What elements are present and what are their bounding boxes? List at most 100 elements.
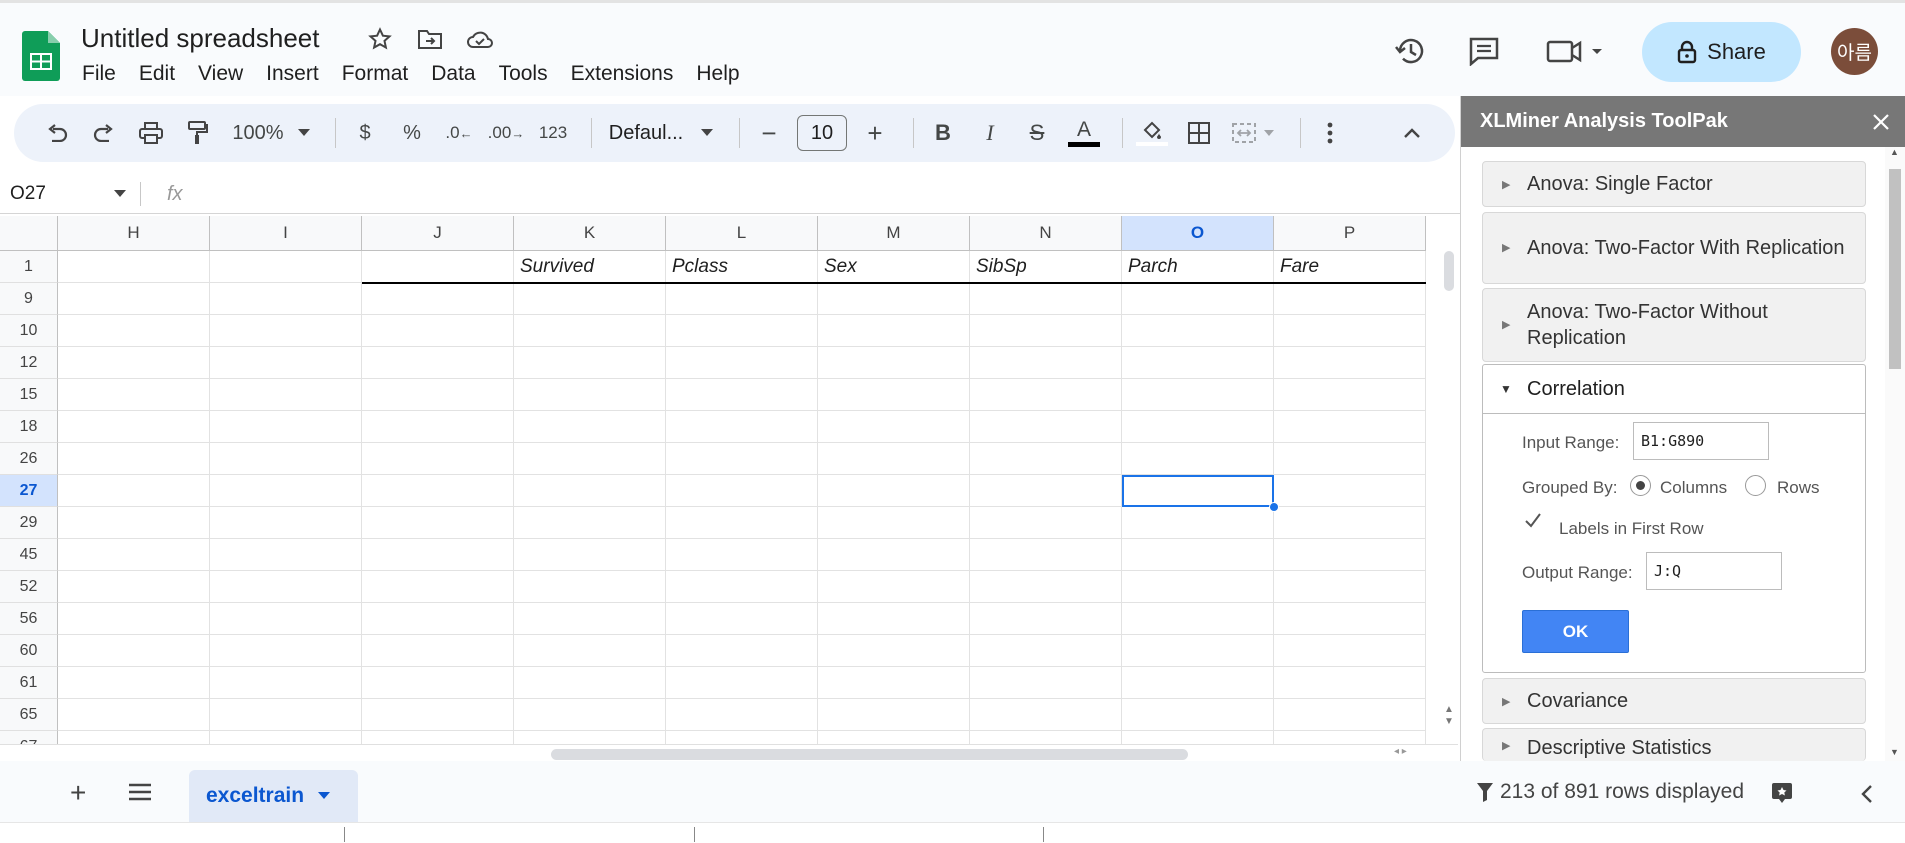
menu-view[interactable]: View <box>198 62 243 86</box>
side-panel-toggle-icon[interactable] <box>1860 784 1874 804</box>
cell-j60[interactable] <box>362 635 514 667</box>
row-header-52[interactable]: 52 <box>0 571 58 603</box>
column-header-p[interactable]: P <box>1274 216 1426 251</box>
cell-o29[interactable] <box>1122 507 1274 539</box>
column-header-k[interactable]: K <box>514 216 666 251</box>
accordion-covariance[interactable]: ▶ Covariance <box>1482 678 1866 724</box>
cell-o15[interactable] <box>1122 379 1274 411</box>
cell-n26[interactable] <box>970 443 1122 475</box>
cell-j26[interactable] <box>362 443 514 475</box>
cell-i15[interactable] <box>210 379 362 411</box>
cell-k15[interactable] <box>514 379 666 411</box>
cell-j29[interactable] <box>362 507 514 539</box>
cell-p60[interactable] <box>1274 635 1426 667</box>
cell-o45[interactable] <box>1122 539 1274 571</box>
cell-h12[interactable] <box>58 347 210 379</box>
selected-cell-o27[interactable] <box>1122 475 1274 507</box>
cell-k27[interactable] <box>514 475 666 507</box>
cell-l52[interactable] <box>666 571 818 603</box>
fill-handle[interactable] <box>1269 502 1279 512</box>
formula-input[interactable] <box>183 179 1460 209</box>
cell-j27[interactable] <box>362 475 514 507</box>
cell-i1[interactable] <box>210 251 362 283</box>
cell-o9[interactable] <box>1122 283 1274 315</box>
cell-l15[interactable] <box>666 379 818 411</box>
cell-h18[interactable] <box>58 411 210 443</box>
column-header-h[interactable]: H <box>58 216 210 251</box>
cell-k65[interactable] <box>514 699 666 731</box>
cell-j67[interactable] <box>362 731 514 744</box>
cell-l27[interactable] <box>666 475 818 507</box>
cell-m61[interactable] <box>818 667 970 699</box>
cell-p18[interactable] <box>1274 411 1426 443</box>
cell-j1[interactable] <box>362 251 514 283</box>
cell-m56[interactable] <box>818 603 970 635</box>
currency-format-button[interactable]: $ <box>346 113 384 153</box>
cell-l18[interactable] <box>666 411 818 443</box>
menu-edit[interactable]: Edit <box>139 62 175 86</box>
cell-k61[interactable] <box>514 667 666 699</box>
cell-k67[interactable] <box>514 731 666 744</box>
cell-k9[interactable] <box>514 283 666 315</box>
cell-h56[interactable] <box>58 603 210 635</box>
cell-j18[interactable] <box>362 411 514 443</box>
cell-h65[interactable] <box>58 699 210 731</box>
cell-m67[interactable] <box>818 731 970 744</box>
cell-p10[interactable] <box>1274 315 1426 347</box>
cell-j61[interactable] <box>362 667 514 699</box>
cell-i12[interactable] <box>210 347 362 379</box>
cell-j56[interactable] <box>362 603 514 635</box>
cell-n12[interactable] <box>970 347 1122 379</box>
cell-m26[interactable] <box>818 443 970 475</box>
cell-p12[interactable] <box>1274 347 1426 379</box>
menu-extensions[interactable]: Extensions <box>571 62 674 86</box>
cell-l61[interactable] <box>666 667 818 699</box>
cell-n29[interactable] <box>970 507 1122 539</box>
cell-p45[interactable] <box>1274 539 1426 571</box>
cell-j65[interactable] <box>362 699 514 731</box>
cell-m15[interactable] <box>818 379 970 411</box>
horizontal-scroll-thumb[interactable] <box>551 749 1188 760</box>
all-sheets-icon[interactable] <box>128 783 152 801</box>
cell-l26[interactable] <box>666 443 818 475</box>
accordion-descriptive-statistics[interactable]: ▶ Descriptive Statistics <box>1482 728 1866 761</box>
columns-radio[interactable] <box>1630 475 1651 496</box>
comments-icon[interactable] <box>1468 36 1500 66</box>
cell-i67[interactable] <box>210 731 362 744</box>
cell-i18[interactable] <box>210 411 362 443</box>
cell-m65[interactable] <box>818 699 970 731</box>
cell-l60[interactable] <box>666 635 818 667</box>
cell-h67[interactable] <box>58 731 210 744</box>
close-icon[interactable] <box>1871 112 1891 132</box>
column-header-m[interactable]: M <box>818 216 970 251</box>
add-sheet-icon[interactable]: + <box>70 777 86 809</box>
move-folder-icon[interactable] <box>416 25 444 53</box>
cell-h45[interactable] <box>58 539 210 571</box>
cell-o65[interactable] <box>1122 699 1274 731</box>
cell-p1[interactable]: Fare <box>1274 251 1426 283</box>
cell-l29[interactable] <box>666 507 818 539</box>
cell-l45[interactable] <box>666 539 818 571</box>
cell-l67[interactable] <box>666 731 818 744</box>
cell-n67[interactable] <box>970 731 1122 744</box>
menu-help[interactable]: Help <box>696 62 739 86</box>
scroll-left-right-icon[interactable]: ◂ ▸ <box>1394 746 1407 757</box>
cell-o18[interactable] <box>1122 411 1274 443</box>
cell-l1[interactable]: Pclass <box>666 251 818 283</box>
scroll-down-icon[interactable]: ▼ <box>1890 747 1899 757</box>
cell-o26[interactable] <box>1122 443 1274 475</box>
cell-k45[interactable] <box>514 539 666 571</box>
column-header-i[interactable]: I <box>210 216 362 251</box>
cell-h15[interactable] <box>58 379 210 411</box>
cell-m27[interactable] <box>818 475 970 507</box>
cell-m60[interactable] <box>818 635 970 667</box>
row-header-65[interactable]: 65 <box>0 699 58 731</box>
cell-o61[interactable] <box>1122 667 1274 699</box>
borders-icon[interactable] <box>1180 113 1218 153</box>
cell-n15[interactable] <box>970 379 1122 411</box>
cell-o56[interactable] <box>1122 603 1274 635</box>
redo-icon[interactable] <box>85 113 123 153</box>
row-header-27[interactable]: 27 <box>0 475 58 507</box>
decrease-decimal-button[interactable]: .0 ← <box>440 113 478 153</box>
cell-j12[interactable] <box>362 347 514 379</box>
